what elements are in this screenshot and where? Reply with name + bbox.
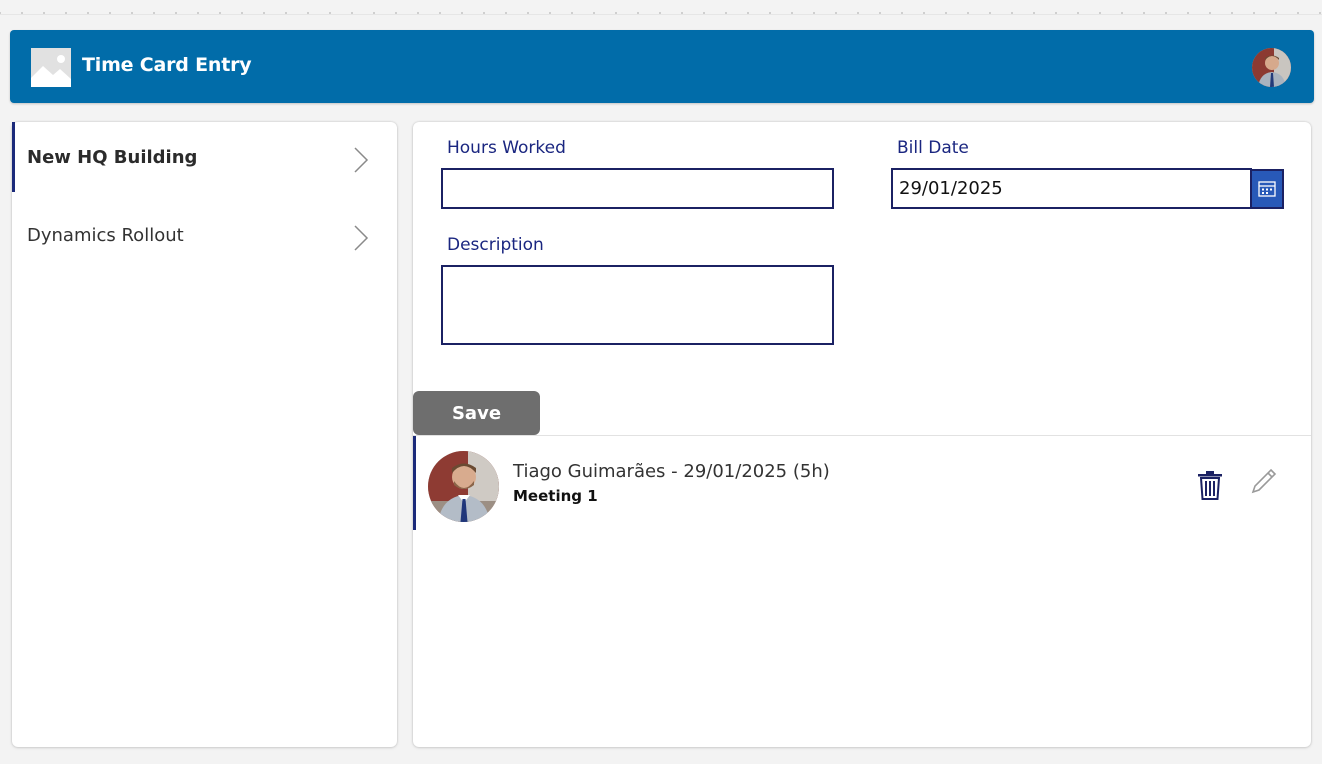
time-entry-row[interactable]: Tiago Guimarães - 29/01/2025 (5h) Meetin… [413,436,1311,530]
pencil-icon[interactable] [1250,467,1278,495]
description-label: Description [447,235,544,255]
chevron-right-icon [354,225,369,251]
calendar-button[interactable] [1250,169,1284,209]
description-input[interactable] [441,265,834,345]
trash-icon[interactable] [1197,470,1223,500]
chevron-right-icon [354,147,369,173]
app-title: Time Card Entry [82,54,252,76]
app-header: Time Card Entry [10,30,1314,103]
entry-avatar [428,451,499,522]
entry-subtitle: Meeting 1 [513,487,598,505]
project-item-label: New HQ Building [27,147,198,168]
entry-title: Tiago Guimarães - 29/01/2025 (5h) [513,461,830,482]
image-placeholder-icon [31,48,71,87]
hours-worked-input[interactable] [441,168,834,209]
project-item-label: Dynamics Rollout [27,225,184,246]
time-entry-panel: Hours Worked Bill Date Description Save [413,122,1311,747]
bill-date-input[interactable] [891,168,1252,209]
hours-worked-label: Hours Worked [447,138,566,158]
calendar-icon [1258,181,1276,197]
save-button[interactable]: Save [413,391,540,435]
bill-date-label: Bill Date [897,138,969,158]
top-dotted-strip [0,0,1322,15]
project-item-dynamics-rollout[interactable]: Dynamics Rollout [12,200,397,278]
project-list-panel: New HQ Building Dynamics Rollout [12,122,397,747]
user-avatar[interactable] [1252,48,1291,87]
project-item-new-hq-building[interactable]: New HQ Building [12,122,397,200]
